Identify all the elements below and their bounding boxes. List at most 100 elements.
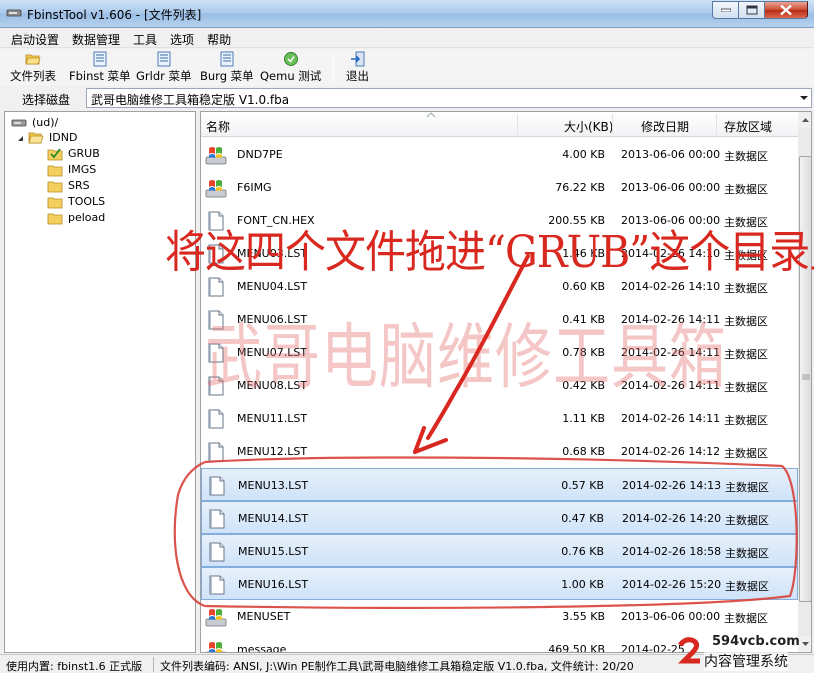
- file-size: 3.55 KB: [562, 610, 605, 623]
- file-name: MENU07.LST: [237, 346, 308, 359]
- file-date: 2014-02-26 14:12: [621, 445, 721, 458]
- table-row[interactable]: MENU12.LST 0.68 KB 2014-02-26 14:12 主数据区: [201, 435, 798, 468]
- table-row[interactable]: MENU11.LST 1.11 KB 2014-02-26 14:11 主数据区: [201, 402, 798, 435]
- file-size: 4.00 KB: [562, 148, 605, 161]
- vertical-scrollbar[interactable]: [798, 112, 811, 652]
- document-icon: [208, 343, 224, 363]
- drive-icon: [11, 119, 27, 127]
- windows-flag-icon: [205, 180, 227, 198]
- file-size: 0.68 KB: [562, 445, 605, 458]
- file-date: 2013-06-06 00:00: [621, 610, 721, 623]
- table-row[interactable]: MENU15.LST 0.76 KB 2014-02-26 18:58 主数据区: [201, 534, 798, 567]
- file-area: 主数据区: [724, 414, 768, 427]
- tree-node-peload[interactable]: peload: [47, 210, 147, 226]
- fbinst-menu-button[interactable]: Fbinst 菜单: [69, 51, 131, 85]
- tree-node-grub[interactable]: GRUB: [47, 146, 147, 162]
- folder-tree[interactable]: (ud)/ IDND GRUB IMGS SRS TOOLS peload: [4, 111, 196, 653]
- table-row[interactable]: message 469.50 KB 2014-02-25: [201, 633, 798, 653]
- close-button[interactable]: [764, 1, 808, 19]
- status-builtin: 使用内置: fbinst1.6 正式版: [6, 660, 143, 673]
- scroll-up-button[interactable]: [798, 112, 811, 128]
- exit-door-icon: [350, 51, 364, 67]
- document-icon: [209, 509, 225, 529]
- table-row[interactable]: MENU13.LST 0.57 KB 2014-02-26 14:13 主数据区: [201, 468, 798, 501]
- table-row[interactable]: F6IMG 76.22 KB 2013-06-06 00:00 主数据区: [201, 171, 798, 204]
- column-header-area[interactable]: 存放区域: [724, 118, 772, 135]
- minimize-icon: [720, 8, 731, 12]
- file-list-label: 文件列表: [10, 69, 56, 83]
- file-area: 主数据区: [724, 249, 768, 262]
- scroll-down-button[interactable]: [798, 636, 811, 652]
- file-date: 2013-06-06 00:00: [621, 214, 721, 227]
- file-size: 469.50 KB: [548, 643, 605, 653]
- disk-select[interactable]: 武哥电脑维修工具箱稳定版 V1.0.fba: [86, 88, 812, 108]
- menu-options[interactable]: 选项: [163, 29, 200, 47]
- scroll-thumb[interactable]: [799, 156, 811, 602]
- grldr-menu-label: Grldr 菜单: [136, 69, 192, 83]
- table-row[interactable]: MENU03.LST 1.46 KB 2014-02-26 14:10 主数据区: [201, 237, 798, 270]
- menu-help[interactable]: 帮助: [200, 29, 237, 47]
- toolbar-separator: [333, 53, 334, 83]
- table-row[interactable]: MENU08.LST 0.42 KB 2014-02-26 14:11 主数据区: [201, 369, 798, 402]
- document-icon: [208, 244, 224, 264]
- table-row[interactable]: FONT_CN.HEX 200.55 KB 2013-06-06 00:00 主数据区: [201, 204, 798, 237]
- column-divider[interactable]: [517, 114, 518, 135]
- column-header-name[interactable]: 名称: [206, 118, 230, 135]
- file-area: 主数据区: [724, 381, 768, 394]
- file-size: 0.42 KB: [562, 379, 605, 392]
- tree-node-srs[interactable]: SRS: [47, 178, 147, 194]
- menu-tools[interactable]: 工具: [126, 29, 163, 47]
- qemu-test-button[interactable]: Qemu 测试: [260, 51, 321, 85]
- app-icon: [6, 9, 22, 17]
- table-row[interactable]: MENUSET 3.55 KB 2013-06-06 00:00 主数据区: [201, 600, 798, 633]
- table-row[interactable]: MENU07.LST 0.78 KB 2014-02-26 14:11 主数据区: [201, 336, 798, 369]
- tree-srs-label: SRS: [68, 179, 90, 192]
- folder-open-icon: [28, 132, 44, 144]
- list-header: 名称 大小(KB) 修改日期 存放区域: [201, 112, 798, 137]
- file-date: 2014-02-26 14:11: [621, 346, 721, 359]
- burg-menu-label: Burg 菜单: [200, 69, 254, 83]
- table-row[interactable]: MENU14.LST 0.47 KB 2014-02-26 14:20 主数据区: [201, 501, 798, 534]
- file-area: 主数据区: [725, 580, 769, 593]
- fbinst-menu-label: Fbinst 菜单: [69, 69, 131, 83]
- table-row[interactable]: MENU06.LST 0.41 KB 2014-02-26 14:11 主数据区: [201, 303, 798, 336]
- file-size: 1.11 KB: [562, 412, 605, 425]
- folder-icon: [47, 165, 63, 177]
- column-divider[interactable]: [612, 114, 613, 135]
- file-list[interactable]: 名称 大小(KB) 修改日期 存放区域 DND7PE 4.00 KB 2013-06…: [200, 111, 812, 653]
- folder-icon: [47, 181, 63, 193]
- table-row[interactable]: MENU16.LST 1.00 KB 2014-02-26 15:20 主数据区: [201, 567, 798, 600]
- tree-node-root[interactable]: (ud)/: [11, 115, 111, 131]
- file-date: 2014-02-26 14:10: [621, 280, 721, 293]
- minimize-button[interactable]: [712, 1, 738, 19]
- chevron-down-icon: [800, 96, 808, 100]
- maximize-button[interactable]: [738, 1, 764, 19]
- column-divider[interactable]: [716, 114, 717, 135]
- file-name: MENU11.LST: [237, 412, 308, 425]
- collapse-triangle-icon[interactable]: [17, 135, 24, 142]
- file-list-button[interactable]: 文件列表: [10, 51, 56, 85]
- exit-button[interactable]: 退出: [346, 51, 369, 85]
- burg-menu-button[interactable]: Burg 菜单: [200, 51, 254, 85]
- column-header-date[interactable]: 修改日期: [641, 118, 689, 135]
- file-size: 0.41 KB: [562, 313, 605, 326]
- table-row[interactable]: MENU04.LST 0.60 KB 2014-02-26 14:10 主数据区: [201, 270, 798, 303]
- column-header-size[interactable]: 大小(KB): [564, 118, 613, 135]
- file-area: 主数据区: [724, 447, 768, 460]
- file-name: MENU13.LST: [238, 479, 309, 492]
- tree-node-imgs[interactable]: IMGS: [47, 162, 147, 178]
- file-size: 0.47 KB: [561, 512, 604, 525]
- tree-peload-label: peload: [68, 211, 106, 224]
- tree-node-tools[interactable]: TOOLS: [47, 194, 147, 210]
- title-bar[interactable]: FbinstTool v1.606 - [文件列表]: [0, 0, 814, 28]
- file-date: 2014-02-26 14:20: [622, 512, 722, 525]
- menu-data-management[interactable]: 数据管理: [65, 29, 126, 47]
- tree-tools-label: TOOLS: [68, 195, 106, 208]
- file-date: 2014-02-25: [621, 643, 685, 653]
- file-size: 1.46 KB: [562, 247, 605, 260]
- grldr-menu-button[interactable]: Grldr 菜单: [136, 51, 192, 85]
- qemu-globe-icon: [283, 52, 298, 66]
- tree-node-idnd[interactable]: IDND: [17, 130, 117, 146]
- table-row[interactable]: DND7PE 4.00 KB 2013-06-06 00:00 主数据区: [201, 138, 798, 171]
- menu-boot-settings[interactable]: 启动设置: [4, 29, 65, 47]
